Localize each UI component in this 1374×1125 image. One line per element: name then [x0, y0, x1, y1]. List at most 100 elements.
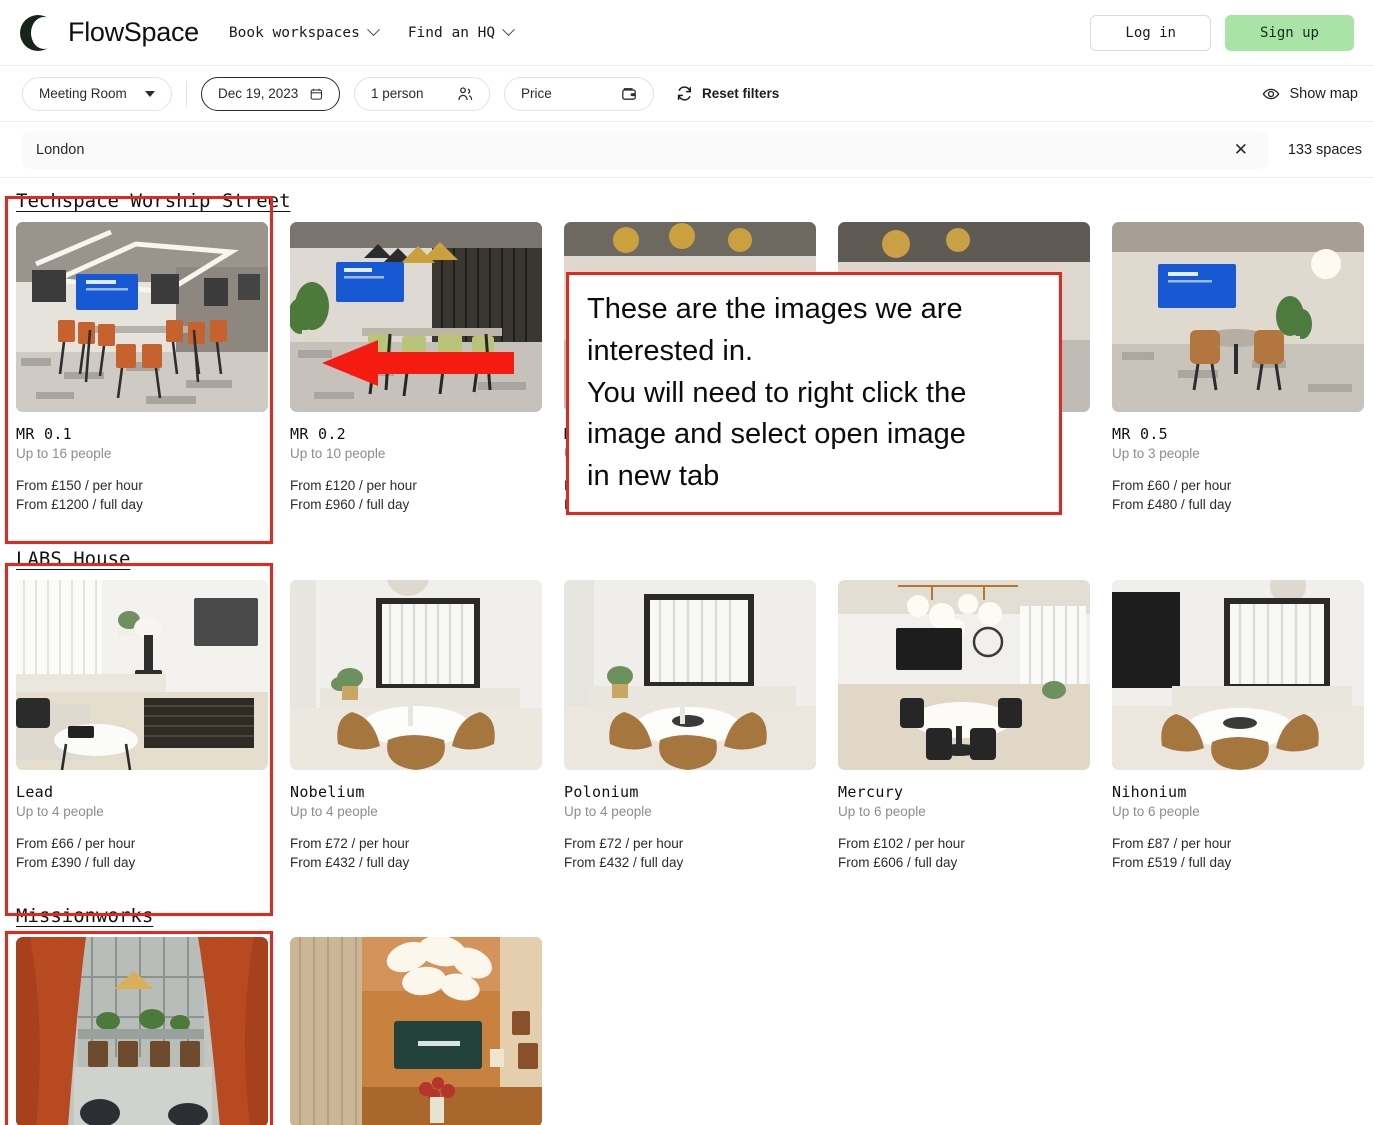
- filter-price[interactable]: Price: [504, 76, 654, 111]
- room-title: Polonium: [564, 783, 639, 802]
- login-button[interactable]: Log in: [1090, 14, 1211, 51]
- brand-logo[interactable]: FlowSpace: [20, 14, 199, 51]
- room-card[interactable]: MR 0.2 Up to 10 people From £120 / per h…: [290, 222, 542, 514]
- eye-icon: [1263, 88, 1280, 99]
- room-image[interactable]: [290, 222, 542, 412]
- room-image[interactable]: [16, 222, 268, 412]
- room-price-hourly: From £72 / per hour: [564, 836, 684, 852]
- site-header: FlowSpace Book workspaces Find an HQ Log…: [0, 0, 1374, 66]
- room-image[interactable]: [16, 936, 268, 1125]
- room-card[interactable]: [290, 936, 542, 1125]
- nav-find-an-hq-label: Find an HQ: [407, 24, 496, 41]
- filter-date-value: Dec 19, 2023: [218, 86, 299, 101]
- calendar-icon: [310, 88, 323, 100]
- room-card[interactable]: [16, 936, 268, 1125]
- room-price-daily: From £390 / full day: [16, 855, 136, 871]
- section-title[interactable]: LABS House: [0, 536, 130, 580]
- room-image[interactable]: [1112, 580, 1364, 771]
- room-price: From £120 / per hour From £960 / full da…: [290, 476, 542, 514]
- filter-divider: [186, 80, 187, 107]
- filter-space-type[interactable]: Meeting Room: [22, 76, 172, 111]
- filter-date[interactable]: Dec 19, 2023: [201, 76, 340, 111]
- filter-price-value: Price: [521, 86, 552, 101]
- nav-book-workspaces-label: Book workspaces: [228, 24, 360, 41]
- crescent-moon-logo-icon: [20, 14, 57, 51]
- close-x-icon[interactable]: ✕: [1228, 137, 1254, 163]
- room-price-hourly: From £72 / per hour: [290, 836, 410, 852]
- room-capacity: Up to 6 people: [838, 804, 926, 820]
- room-capacity: Up to 4 people: [564, 804, 652, 820]
- section-missionworks: Missionworks: [0, 893, 1374, 1125]
- room-price-daily: From £960 / full day: [290, 497, 410, 513]
- room-image[interactable]: [564, 580, 816, 771]
- room-price-daily: From £606 / full day: [838, 855, 958, 871]
- room-title: MR 0.5: [1112, 425, 1168, 443]
- search-row: ✕ 133 spaces: [0, 122, 1374, 178]
- room-card[interactable]: MR 0.5 Up to 3 people From £60 / per hou…: [1112, 222, 1364, 514]
- reset-filters-label: Reset filters: [702, 86, 780, 101]
- room-price: From £150 / per hour From £1200 / full d…: [16, 476, 268, 514]
- section-labs-house: LABS House Lead Up to 4 people From £66 …: [0, 536, 1374, 872]
- filter-people-value: 1 person: [371, 86, 424, 101]
- room-title: MR 0.2: [290, 425, 346, 443]
- room-card[interactable]: Nobelium Up to 4 people From £72 / per h…: [290, 580, 542, 872]
- room-price: From £60 / per hour From £480 / full day: [1112, 476, 1364, 514]
- room-title: MR 0.1: [16, 425, 72, 443]
- filter-people[interactable]: 1 person: [354, 76, 490, 111]
- annotation-note-line: You will need to right click the: [587, 376, 967, 409]
- refresh-icon: [677, 86, 692, 101]
- nav-book-workspaces[interactable]: Book workspaces: [228, 23, 380, 41]
- room-image[interactable]: [16, 580, 268, 771]
- room-price-hourly: From £66 / per hour: [16, 836, 136, 852]
- filter-bar: Meeting Room Dec 19, 2023 1 person Price: [0, 66, 1374, 122]
- search-field-wrap: ✕: [22, 130, 1268, 169]
- section-title[interactable]: Techspace Worship Street: [0, 178, 291, 222]
- room-card[interactable]: Polonium Up to 4 people From £72 / per h…: [564, 580, 816, 872]
- chevron-down-icon: [366, 23, 380, 37]
- room-capacity: Up to 4 people: [290, 804, 378, 820]
- room-price-daily: From £1200 / full day: [16, 497, 143, 513]
- room-capacity: Up to 6 people: [1112, 804, 1200, 820]
- section-card-row: Lead Up to 4 people From £66 / per hour …: [0, 580, 1374, 872]
- room-price-hourly: From £102 / per hour: [838, 836, 965, 852]
- signup-button[interactable]: Sign up: [1224, 14, 1354, 51]
- page-root: FlowSpace Book workspaces Find an HQ Log…: [0, 0, 1374, 1125]
- room-price: From £66 / per hour From £390 / full day: [16, 834, 268, 872]
- results-count: 133 spaces: [1287, 141, 1362, 158]
- search-input[interactable]: [36, 141, 1228, 158]
- room-card[interactable]: Mercury Up to 6 people From £102 / per h…: [838, 580, 1090, 872]
- annotation-note-line: in new tab: [587, 460, 720, 492]
- room-capacity: Up to 3 people: [1112, 446, 1200, 461]
- room-card[interactable]: Lead Up to 4 people From £66 / per hour …: [16, 580, 268, 872]
- room-card[interactable]: MR 0.1 Up to 16 people From £150 / per h…: [16, 222, 268, 514]
- room-image[interactable]: [1112, 222, 1364, 412]
- nav-find-an-hq[interactable]: Find an HQ: [407, 23, 516, 41]
- room-image[interactable]: [290, 580, 542, 771]
- room-image[interactable]: [290, 936, 542, 1125]
- room-price-daily: From £432 / full day: [564, 855, 684, 871]
- room-title: Nobelium: [290, 783, 365, 802]
- room-price: From £72 / per hour From £432 / full day: [290, 834, 542, 872]
- room-capacity: Up to 16 people: [16, 446, 112, 461]
- room-card[interactable]: Nihonium Up to 6 people From £87 / per h…: [1112, 580, 1364, 872]
- room-title: Lead: [16, 783, 54, 802]
- header-actions: Log in Sign up: [1090, 14, 1354, 51]
- people-icon: [458, 86, 473, 100]
- room-title: Nihonium: [1112, 783, 1187, 802]
- filter-space-type-value: Meeting Room: [39, 86, 127, 101]
- show-map-toggle[interactable]: Show map: [1262, 85, 1358, 103]
- section-title[interactable]: Missionworks: [0, 893, 153, 937]
- annotation-note-line: interested in.: [587, 334, 754, 367]
- room-price: From £72 / per hour From £432 / full day: [564, 834, 816, 872]
- room-image[interactable]: [838, 580, 1090, 771]
- reset-filters-button[interactable]: Reset filters: [676, 85, 779, 102]
- room-price-daily: From £480 / full day: [1112, 497, 1232, 513]
- room-price-hourly: From £87 / per hour: [1112, 836, 1232, 852]
- room-price-hourly: From £150 / per hour: [16, 478, 143, 493]
- annotation-note: These are the images we are interested i…: [566, 272, 1062, 515]
- room-price-daily: From £432 / full day: [290, 855, 410, 871]
- show-map-label: Show map: [1289, 85, 1358, 102]
- brand-name: FlowSpace: [68, 17, 199, 47]
- room-capacity: Up to 4 people: [16, 804, 104, 820]
- room-price: From £87 / per hour From £519 / full day: [1112, 834, 1364, 872]
